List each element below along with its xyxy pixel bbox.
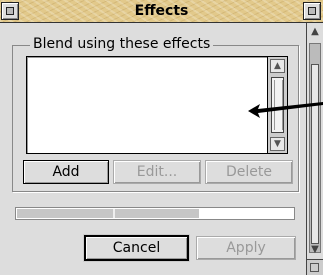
scroll-up-icon[interactable]: ▲ [308, 25, 322, 39]
edit-button[interactable]: Edit... [113, 160, 201, 184]
window-back-icon[interactable] [1, 2, 19, 20]
arrow-pointer-icon [248, 102, 323, 118]
apply-button[interactable]: Apply [196, 236, 296, 260]
window-title: Effects [134, 3, 189, 19]
window-scroll-track[interactable] [309, 43, 321, 253]
window-resize-icon[interactable] [307, 259, 323, 275]
effects-list[interactable] [26, 56, 268, 154]
list-scroll-down-icon[interactable]: ▼ [270, 137, 285, 151]
progress-fill [17, 209, 199, 218]
add-button[interactable]: Add [23, 160, 109, 184]
group-label: Blend using these effects [30, 36, 214, 52]
progress-divider [113, 209, 115, 218]
window-toggle-size-icon[interactable] [303, 2, 321, 20]
window-scroll-thumb[interactable] [311, 64, 319, 244]
window-vertical-scrollbar[interactable]: ▲ ▼ [306, 23, 323, 275]
scroll-down-icon[interactable]: ▼ [308, 243, 322, 257]
title-bar[interactable]: Effects [0, 0, 323, 23]
delete-button[interactable]: Delete [205, 160, 293, 184]
cancel-button[interactable]: Cancel [84, 235, 189, 261]
progress-bar [15, 207, 295, 220]
list-scroll-up-icon[interactable]: ▲ [270, 59, 285, 73]
